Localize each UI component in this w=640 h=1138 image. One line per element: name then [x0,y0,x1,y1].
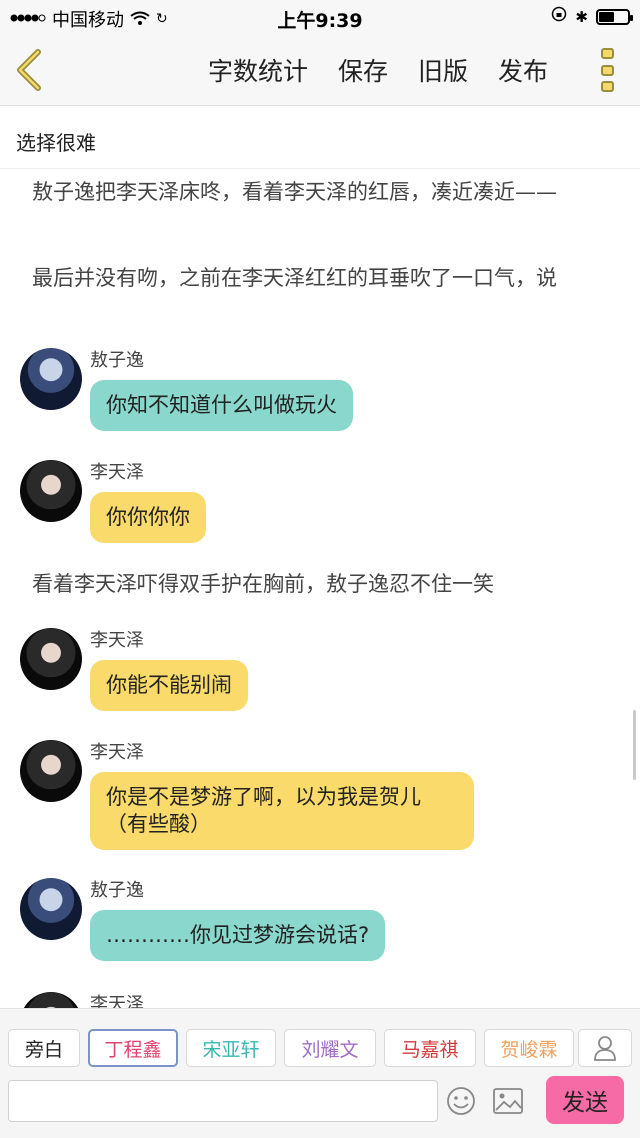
status-bar: 中国移动 ↻ 上午9:39 ✱ [0,0,640,34]
message-bubble[interactable]: 你是不是梦游了啊，以为我是贺儿（有些酸） [90,772,474,850]
role-ma-jiaqi[interactable]: 马嘉祺 [384,1029,476,1067]
input-bar: 发送 [0,1076,640,1138]
chat-content[interactable]: 敖子逸把李天泽床咚，看着李天泽的红唇，凑近凑近—— 最后并没有吻，之前在李天泽红… [0,170,640,1008]
publish-button[interactable]: 发布 [498,52,548,88]
message-bubble[interactable]: 你你你你 [90,492,206,543]
role-narrator[interactable]: 旁白 [8,1029,80,1067]
nav-actions: 字数统计 保存 旧版 发布 [208,52,548,88]
save-button[interactable]: 保存 [338,52,388,88]
role-liu-yaowen[interactable]: 刘耀文 [284,1029,376,1067]
message-bubble[interactable]: 你知不知道什么叫做玩火 [90,380,353,431]
orientation-lock-icon [551,6,567,27]
back-chevron-icon[interactable] [12,48,48,92]
sender-name: 李天泽 [90,462,144,483]
role-ding-chengxin[interactable]: 丁程鑫 [88,1029,178,1067]
bluetooth-icon: ✱ [575,7,588,26]
sender-name: 李天泽 [90,630,144,651]
narration-text: 看着李天泽吓得双手护在胸前，敖子逸忍不住一笑 [32,572,494,596]
old-version-button[interactable]: 旧版 [418,52,468,88]
avatar[interactable] [20,992,82,1008]
battery-icon [596,8,633,25]
role-he-junlin[interactable]: 贺峻霖 [484,1029,574,1067]
message-input[interactable] [8,1080,438,1122]
avatar[interactable] [20,740,82,802]
avatar[interactable] [20,628,82,690]
sender-name: 李天泽 [90,994,144,1008]
sender-name: 敖子逸 [90,350,144,371]
scrollbar[interactable] [633,710,636,780]
role-selector: 旁白 丁程鑫 宋亚轩 刘耀文 马嘉祺 贺峻霖 [0,1008,640,1076]
narration-text: 敖子逸把李天泽床咚，看着李天泽的红唇，凑近凑近—— [32,180,557,204]
story-title[interactable]: 选择很难 [0,107,640,169]
image-icon[interactable] [492,1086,524,1116]
message-bubble[interactable]: 你能不能别闹 [90,660,248,711]
top-nav-bar: 字数统计 保存 旧版 发布 [0,34,640,106]
user-icon[interactable] [578,1029,632,1067]
avatar[interactable] [20,348,82,410]
role-song-yaxuan[interactable]: 宋亚轩 [186,1029,276,1067]
avatar[interactable] [20,878,82,940]
status-right: ✱ [551,6,633,27]
send-button[interactable]: 发送 [546,1076,624,1124]
sender-name: 李天泽 [90,742,144,763]
avatar[interactable] [20,460,82,522]
narration-text: 最后并没有吻，之前在李天泽红红的耳垂吹了一口气，说 [32,266,557,290]
word-count-button[interactable]: 字数统计 [208,52,308,88]
more-vertical-icon[interactable] [598,48,616,92]
emoji-icon[interactable] [446,1086,476,1116]
message-bubble[interactable]: …………你见过梦游会说话? [90,910,386,961]
sender-name: 敖子逸 [90,880,144,901]
status-time: 上午9:39 [277,10,363,32]
